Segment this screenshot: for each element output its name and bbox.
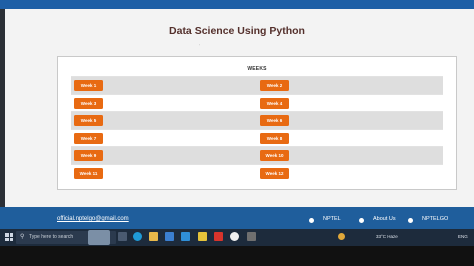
footer-link-about-us[interactable]: About Us	[373, 216, 396, 222]
table-row: Week 1 Week 2	[71, 76, 443, 94]
lower-band	[0, 246, 474, 266]
footer-link-nptel[interactable]: NPTEL	[323, 216, 341, 222]
table-row: Week 5 Week 6	[71, 111, 443, 129]
weeks-panel: WEEKS Week 1 Week 2 Week 3 Week 4 Week 5…	[57, 56, 457, 190]
windows-taskbar: ⚲ Type here to search 33°C Haze ENG	[0, 229, 474, 246]
news-widget-icon[interactable]	[88, 230, 110, 245]
search-placeholder: Type here to search	[29, 234, 74, 240]
week-9-button[interactable]: Week 9	[74, 150, 103, 161]
table-row: Week 3 Week 4	[71, 93, 443, 111]
mail-icon[interactable]	[181, 232, 190, 241]
search-icon: ⚲	[20, 234, 25, 240]
week-2-button[interactable]: Week 2	[260, 80, 289, 91]
weather-icon	[338, 233, 345, 240]
week-6-button[interactable]: Week 6	[260, 115, 289, 126]
week-8-button[interactable]: Week 8	[260, 132, 289, 144]
week-10-button[interactable]: Week 10	[260, 150, 289, 161]
footer-dot-icon	[309, 218, 314, 223]
week-3-button[interactable]: Week 3	[74, 97, 103, 109]
language-indicator[interactable]: ENG	[458, 234, 468, 239]
footer-email-link[interactable]: official.nptelgo@gmail.com	[57, 216, 129, 222]
week-1-button[interactable]: Week 1	[74, 80, 103, 91]
browser-top-strip	[0, 0, 474, 9]
footer-dot-icon	[359, 218, 364, 223]
week-7-button[interactable]: Week 7	[74, 132, 103, 144]
table-row: Week 7 Week 8	[71, 128, 443, 146]
week-11-button[interactable]: Week 11	[74, 167, 103, 179]
chrome-icon[interactable]	[230, 232, 239, 241]
page-title: Data Science Using Python	[169, 25, 305, 37]
table-row: Week 11 Week 12	[71, 163, 443, 181]
site-footer: official.nptelgo@gmail.com NPTEL About U…	[0, 207, 474, 229]
week-12-button[interactable]: Week 12	[260, 167, 289, 179]
table-row: Week 9 Week 10	[71, 146, 443, 164]
weeks-header: WEEKS	[247, 66, 267, 72]
file-explorer-icon[interactable]	[149, 232, 158, 241]
footer-link-nptelgo[interactable]: NPTELGO	[422, 216, 448, 222]
weeks-table: WEEKS Week 1 Week 2 Week 3 Week 4 Week 5…	[71, 63, 443, 181]
footer-dot-icon	[408, 218, 413, 223]
task-view-icon[interactable]	[118, 232, 127, 241]
cursor-mark: ˙	[199, 45, 201, 51]
windows-start-icon[interactable]	[5, 233, 13, 241]
weather-text[interactable]: 33°C Haze	[376, 234, 398, 239]
week-4-button[interactable]: Week 4	[260, 97, 289, 109]
store-icon[interactable]	[165, 232, 174, 241]
app-icon[interactable]	[214, 232, 223, 241]
app-icon[interactable]	[198, 232, 207, 241]
week-5-button[interactable]: Week 5	[74, 115, 103, 126]
edge-browser-icon[interactable]	[133, 232, 142, 241]
app-icon[interactable]	[247, 232, 256, 241]
